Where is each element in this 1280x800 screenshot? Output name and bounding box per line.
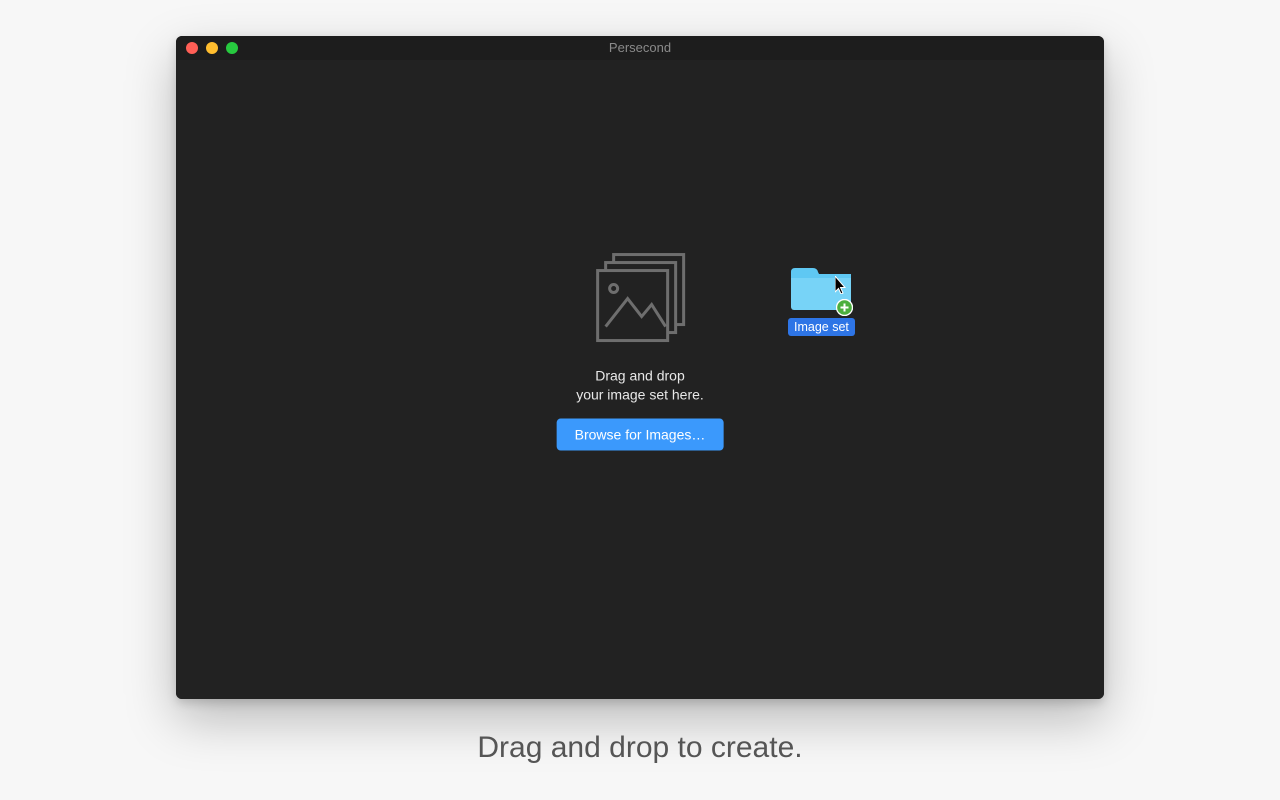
browse-button[interactable]: Browse for Images… [557, 418, 724, 450]
dropzone-text: Drag and drop your image set here. [576, 367, 704, 405]
window-title: Persecond [176, 40, 1104, 55]
folder-label: Image set [788, 318, 855, 336]
add-badge-icon [836, 299, 853, 316]
folder-icon [791, 268, 851, 314]
app-window: Persecond Drag and drop [176, 36, 1104, 699]
marketing-caption: Drag and drop to create. [477, 731, 802, 765]
dropzone-line1: Drag and drop [595, 368, 685, 384]
image-stack-icon [590, 247, 690, 347]
dropzone-line2: your image set here. [576, 386, 704, 402]
window-content[interactable]: Drag and drop your image set here. Brows… [176, 60, 1104, 699]
dropzone[interactable]: Drag and drop your image set here. Brows… [557, 247, 724, 451]
dragging-folder[interactable]: Image set [788, 268, 855, 336]
titlebar: Persecond [176, 36, 1104, 60]
